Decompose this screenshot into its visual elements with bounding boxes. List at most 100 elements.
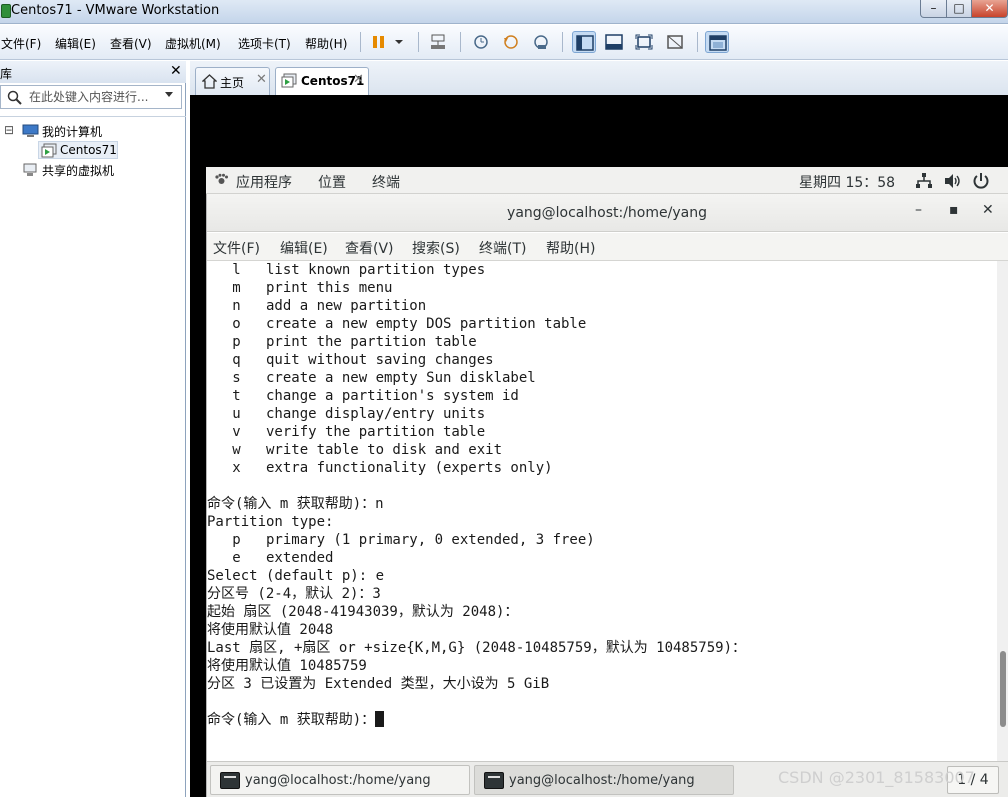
library-search-input[interactable] bbox=[29, 89, 159, 105]
taskbar-item-terminal-active[interactable]: yang@localhost:/home/yang bbox=[474, 765, 734, 795]
toolbar-separator bbox=[360, 32, 361, 52]
network-icon[interactable] bbox=[915, 172, 933, 190]
terminal-line: n add a new partition bbox=[207, 298, 427, 314]
pause-icon bbox=[373, 36, 384, 48]
computer-icon bbox=[22, 124, 39, 137]
terminal-scrollbar[interactable] bbox=[997, 261, 1008, 761]
unity-icon bbox=[667, 35, 683, 49]
terminal-maximize-button[interactable]: ▪ bbox=[949, 202, 959, 218]
tab-home[interactable]: 主页 ✕ bbox=[195, 67, 270, 95]
gnome-terminal-menu[interactable]: 终端 bbox=[372, 172, 400, 192]
terminal-line: u change display/entry units bbox=[207, 406, 486, 422]
terminal-menu-search[interactable]: 搜索(S) bbox=[412, 238, 460, 258]
snapshot-icon bbox=[474, 35, 488, 49]
terminal-line: s create a new empty Sun disklabel bbox=[207, 370, 536, 386]
show-library-button[interactable] bbox=[572, 31, 596, 53]
snapshot-manager-button[interactable] bbox=[529, 31, 553, 53]
close-icon[interactable]: ✕ bbox=[256, 72, 267, 87]
terminal-menu-file[interactable]: 文件(F) bbox=[213, 238, 260, 258]
send-ctrl-alt-del-button[interactable] bbox=[426, 31, 450, 53]
unity-button[interactable] bbox=[663, 31, 687, 53]
library-panel: 库 ✕ ⊟ 我的计算机 Centos71 共享的虚拟机 bbox=[0, 61, 186, 797]
menu-file[interactable]: 文件(F) bbox=[1, 35, 41, 52]
taskbar-item-label: yang@localhost:/home/yang bbox=[245, 773, 431, 788]
terminal-menu-terminal[interactable]: 终端(T) bbox=[479, 238, 526, 258]
tree-item-centos71[interactable]: Centos71 bbox=[38, 141, 118, 159]
pause-dropdown-button[interactable] bbox=[390, 31, 406, 53]
full-screen-button[interactable] bbox=[632, 31, 656, 53]
pause-button[interactable] bbox=[367, 31, 391, 53]
tree-label: 共享的虚拟机 bbox=[42, 164, 115, 178]
close-icon[interactable]: ✕ bbox=[353, 72, 364, 87]
console-view-button[interactable] bbox=[705, 31, 729, 53]
gnome-clock[interactable]: 星期四 15：58 bbox=[799, 172, 895, 192]
full-screen-icon bbox=[635, 34, 653, 50]
terminal-line: p print the partition table bbox=[207, 334, 477, 350]
snapshot-revert-icon bbox=[504, 35, 518, 49]
terminal-window: yang@localhost:/home/yang – ▪ ✕ 文件(F) 编辑… bbox=[206, 194, 1008, 797]
terminal-line: Partition type: bbox=[207, 514, 334, 530]
terminal-cursor bbox=[375, 711, 385, 727]
chevron-down-icon bbox=[395, 40, 403, 44]
terminal-line: 将使用默认值 2048 bbox=[207, 622, 334, 638]
terminal-line: x extra functionality (experts only) bbox=[207, 460, 553, 476]
terminal-line: v verify the partition table bbox=[207, 424, 486, 440]
library-search[interactable] bbox=[0, 85, 182, 109]
terminal-line: w write table to disk and exit bbox=[207, 442, 503, 458]
terminal-output[interactable]: l list known partition types m print thi… bbox=[207, 261, 997, 761]
terminal-line: Select (default p): e bbox=[207, 568, 385, 584]
tree-item-shared-vms[interactable]: 共享的虚拟机 bbox=[22, 161, 162, 179]
gnome-applications-menu[interactable]: 应用程序 bbox=[236, 172, 292, 192]
tab-centos71[interactable]: Centos71 ✕ bbox=[275, 67, 369, 95]
menu-vm[interactable]: 虚拟机(M) bbox=[165, 35, 221, 52]
scrollbar-thumb[interactable] bbox=[1000, 651, 1006, 727]
taskbar-item-terminal[interactable]: yang@localhost:/home/yang bbox=[210, 765, 470, 795]
menu-tabs[interactable]: 选项卡(T) bbox=[238, 35, 291, 52]
snapshot-revert-button[interactable] bbox=[499, 31, 523, 53]
snapshot-take-button[interactable] bbox=[469, 31, 493, 53]
terminal-menu-view[interactable]: 查看(V) bbox=[345, 238, 394, 258]
chevron-down-icon[interactable] bbox=[165, 92, 173, 97]
menu-toolbar: 文件(F) 编辑(E) 查看(V) 虚拟机(M) 选项卡(T) 帮助(H) bbox=[0, 25, 1008, 60]
minimize-button[interactable]: – bbox=[920, 0, 947, 18]
terminal-close-button[interactable]: ✕ bbox=[982, 202, 994, 218]
terminal-line: p primary (1 primary, 0 extended, 3 free… bbox=[207, 532, 595, 548]
vmware-workstation-window: Centos71 - VMware Workstation – □ ✕ 文件(F… bbox=[0, 0, 1008, 797]
maximize-button[interactable]: □ bbox=[946, 0, 972, 18]
tree-label: 我的计算机 bbox=[42, 125, 103, 139]
terminal-menu-edit[interactable]: 编辑(E) bbox=[280, 238, 328, 258]
watermark: CSDN @2301_81583007 bbox=[778, 768, 975, 787]
terminal-line: 起始 扇区 (2048-41943039，默认为 2048)： bbox=[207, 604, 519, 620]
home-icon bbox=[202, 74, 217, 89]
power-icon[interactable] bbox=[972, 172, 990, 190]
menu-view[interactable]: 查看(V) bbox=[110, 35, 152, 52]
library-close-icon[interactable]: ✕ bbox=[170, 63, 182, 79]
terminal-menu-help[interactable]: 帮助(H) bbox=[546, 238, 595, 258]
tree-label: Centos71 bbox=[60, 143, 117, 157]
toolbar-separator bbox=[697, 32, 698, 52]
snapshot-manager-icon bbox=[534, 35, 548, 49]
tree-item-my-computer[interactable]: ⊟ 我的计算机 bbox=[4, 122, 164, 140]
terminal-minimize-button[interactable]: – bbox=[915, 202, 922, 218]
tab-strip: 主页 ✕ Centos71 ✕ bbox=[190, 61, 1008, 95]
close-button[interactable]: ✕ bbox=[971, 0, 1008, 18]
terminal-line: 分区号 (2-4，默认 2)：3 bbox=[207, 586, 381, 602]
terminal-line: 将使用默认值 10485759 bbox=[207, 658, 367, 674]
collapse-icon[interactable]: ⊟ bbox=[4, 123, 14, 137]
menu-help[interactable]: 帮助(H) bbox=[305, 35, 347, 52]
terminal-line: 命令(输入 m 获取帮助)：n bbox=[207, 496, 384, 512]
gnome-places-menu[interactable]: 位置 bbox=[318, 172, 346, 192]
terminal-line: q quit without saving changes bbox=[207, 352, 494, 368]
volume-icon[interactable] bbox=[944, 172, 962, 190]
terminal-line: o create a new empty DOS partition table bbox=[207, 316, 587, 332]
shared-vm-icon bbox=[23, 163, 37, 176]
window-title: Centos71 - VMware Workstation bbox=[11, 3, 220, 18]
toolbar-separator bbox=[460, 32, 461, 52]
terminal-header: yang@localhost:/home/yang – ▪ ✕ bbox=[207, 194, 1008, 232]
thumbnail-bar-button[interactable] bbox=[602, 31, 626, 53]
toolbar-separator bbox=[562, 32, 563, 52]
library-view-icon bbox=[576, 35, 594, 51]
title-bar: Centos71 - VMware Workstation – □ ✕ bbox=[0, 0, 1008, 24]
vm-console[interactable]: 应用程序 位置 终端 星期四 15：58 yang@localhost:/hom… bbox=[190, 95, 1008, 797]
menu-edit[interactable]: 编辑(E) bbox=[55, 35, 96, 52]
